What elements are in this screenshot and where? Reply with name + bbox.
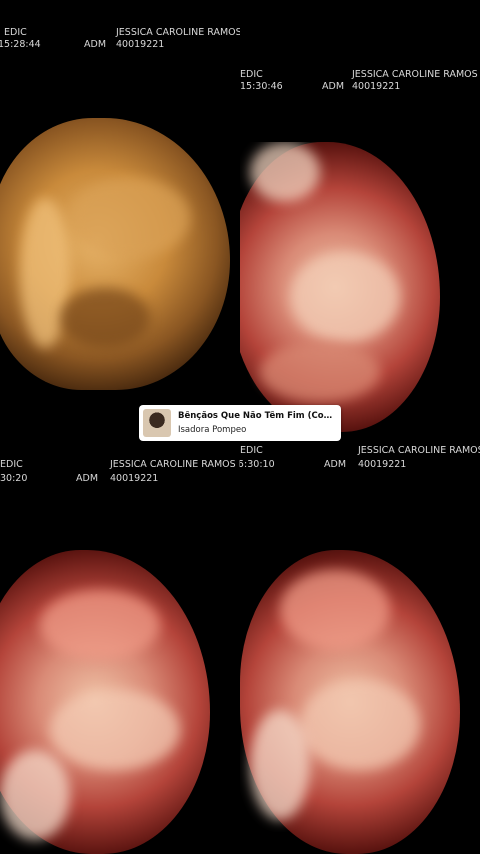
patient-name: JESSICA CAROLINE RAMOS DE [358, 445, 480, 456]
patient-id: 40019221 [358, 459, 407, 470]
timestamp: 15:28:44 [0, 39, 41, 50]
timestamp: 5:30:10 [240, 459, 275, 470]
patient-id: 40019221 [116, 39, 165, 50]
timestamp: 30:20 [0, 473, 28, 484]
patient-id: 40019221 [110, 473, 159, 484]
operator-label: ADM [76, 473, 99, 484]
ultrasound-panel-2: EDIC 15:30:46 ADM JESSICA CAROLINE RAMOS… [240, 62, 480, 432]
ultrasound-3d-render [240, 142, 480, 432]
patient-id: 40019221 [352, 81, 401, 92]
ultrasound-panel-4: EDIC 5:30:10 ADM JESSICA CAROLINE RAMOS … [240, 440, 480, 854]
clinic-label: EDIC [0, 459, 23, 470]
clinic-label: EDIC [240, 445, 263, 456]
ultrasound-3d-render [0, 118, 240, 390]
ultrasound-panel-3: EDIC 30:20 ADM JESSICA CAROLINE RAMOS DI… [0, 440, 240, 854]
operator-label: ADM [324, 459, 347, 470]
operator-label: ADM [84, 39, 107, 50]
music-sticker[interactable]: Bênçãos Que Não Têm Fim (Counting... Isa… [139, 405, 341, 441]
ultrasound-3d-render [240, 530, 480, 854]
album-art-thumbnail [143, 409, 171, 437]
song-artist: Isadora Pompeo [178, 425, 247, 435]
ultrasound-panel-1: EDIC 15:28:44 ADM JESSICA CAROLINE RAMOS… [0, 0, 240, 432]
song-title: Bênçãos Que Não Têm Fim (Counting... [178, 411, 336, 421]
patient-name: JESSICA CAROLINE RAMOS DI [110, 459, 240, 470]
ultrasound-3d-render [0, 530, 240, 854]
timestamp: 15:30:46 [240, 81, 283, 92]
operator-label: ADM [322, 81, 345, 92]
